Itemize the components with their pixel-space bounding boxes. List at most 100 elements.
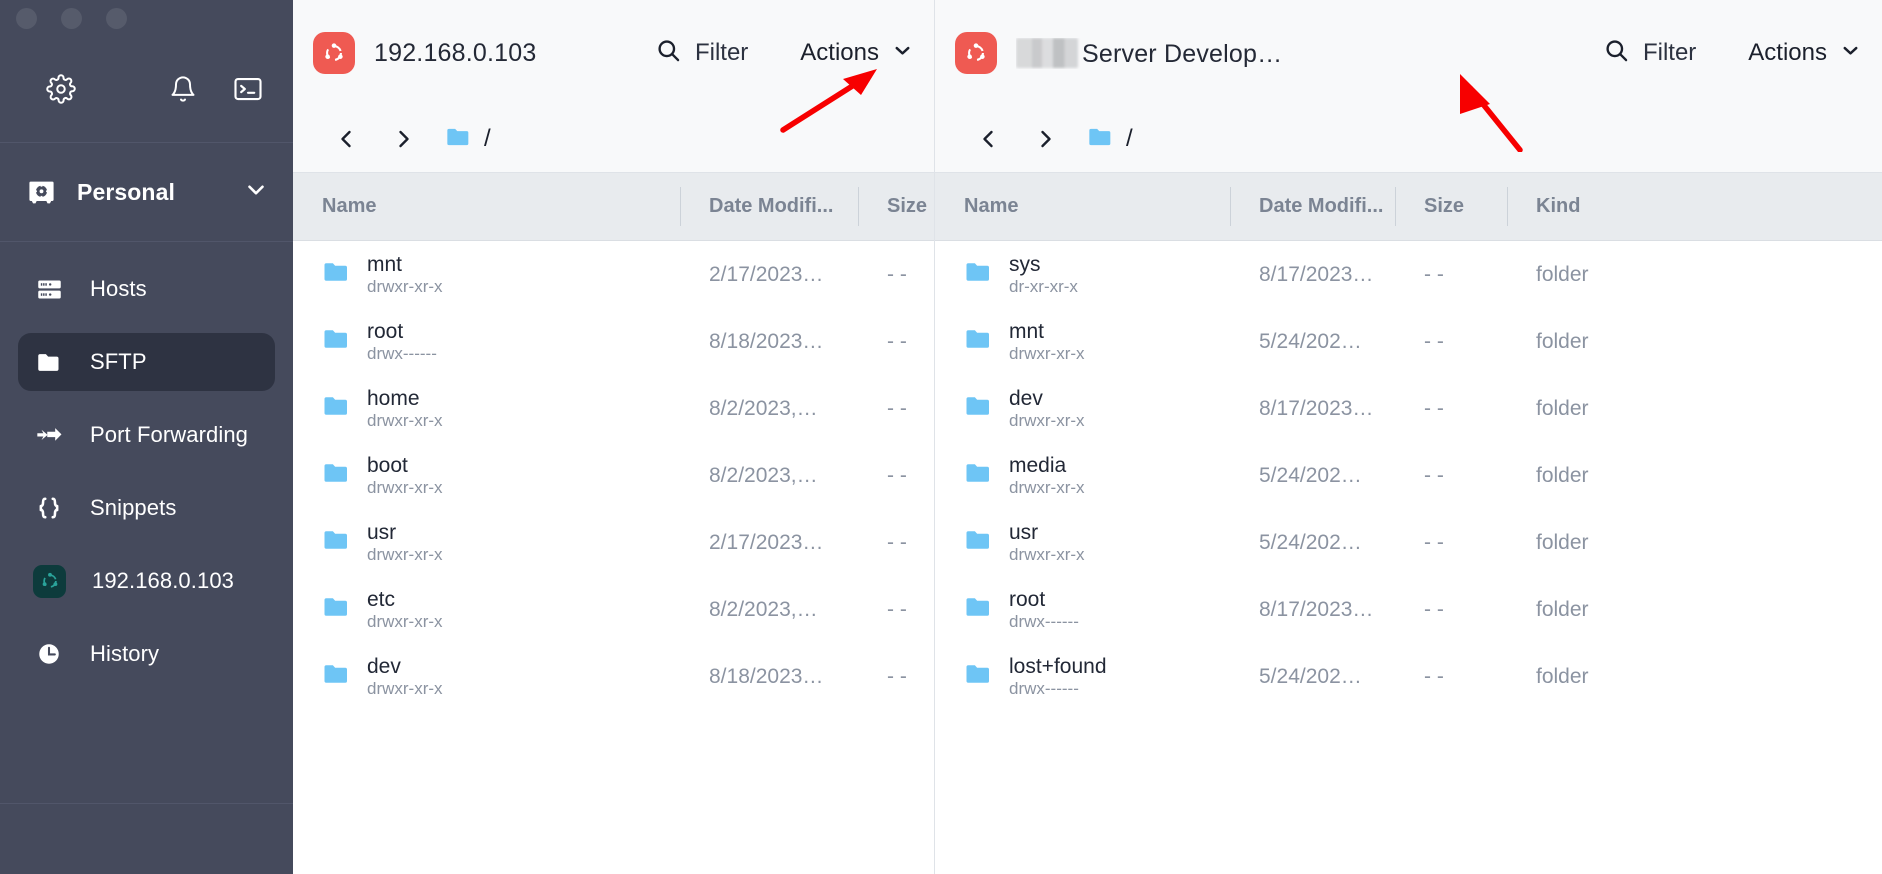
file-size: - - <box>1395 442 1507 509</box>
column-header-name[interactable]: Name <box>935 173 1230 240</box>
gear-icon[interactable] <box>46 74 76 104</box>
file-date-modified: 8/2/2023,… <box>680 375 858 442</box>
file-name: root <box>367 321 437 343</box>
file-size: - - <box>858 442 934 509</box>
file-kind: folder <box>1507 442 1627 509</box>
folder-icon <box>964 458 994 494</box>
table-row[interactable]: sysdr-xr-xr-x8/17/2023…- -folder <box>935 241 1882 308</box>
file-list-left[interactable]: mntdrwxr-xr-x2/17/2023…- -folderrootdrwx… <box>293 241 934 874</box>
file-name: home <box>367 388 443 410</box>
sidebar-item-history[interactable]: History <box>18 625 275 683</box>
breadcrumb[interactable]: / <box>445 123 491 156</box>
sidebar: Personal Hosts <box>0 0 293 874</box>
column-header-date-modified[interactable]: Date Modifi... <box>1230 173 1395 240</box>
file-name-block: bootdrwxr-xr-x <box>367 455 443 497</box>
file-name-cell[interactable]: home drwxr-xr-x <box>293 375 680 442</box>
file-permissions: drwxr-xr-x <box>367 479 443 497</box>
pane-host-name: Server Develop… <box>1016 38 1282 69</box>
column-header-size[interactable]: Size <box>1395 173 1507 240</box>
file-permissions: drwxr-xr-x <box>367 412 443 430</box>
workspace-selector[interactable]: Personal <box>0 143 293 241</box>
clock-icon <box>34 639 64 669</box>
filter-button[interactable]: Filter <box>655 37 748 69</box>
file-name-cell[interactable]: sysdr-xr-xr-x <box>935 241 1230 308</box>
file-name-cell[interactable]: rootdrwx------ <box>293 308 680 375</box>
file-name-cell[interactable]: rootdrwx------ <box>935 576 1230 643</box>
table-header-left: Name Date Modifi... Size Kind <box>293 172 934 241</box>
close-button[interactable] <box>16 8 37 29</box>
terminal-icon[interactable] <box>233 74 263 104</box>
table-row[interactable]: devdrwxr-xr-x8/18/2023…- -folder <box>293 643 934 710</box>
file-name-cell[interactable]: lost+founddrwx------ <box>935 643 1230 710</box>
folder-icon <box>322 257 352 293</box>
file-name-block: lost+founddrwx------ <box>1009 656 1107 698</box>
folder-icon <box>322 659 352 695</box>
sidebar-item-label: SFTP <box>90 349 147 375</box>
filter-label: Filter <box>695 39 748 67</box>
sidebar-item-host-192-168-0-103[interactable]: 192.168.0.103 <box>18 552 275 610</box>
breadcrumb-bar-left: / <box>293 106 934 172</box>
table-row[interactable]: bootdrwxr-xr-x8/2/2023,…- -folder <box>293 442 934 509</box>
ubuntu-icon <box>33 565 66 598</box>
folder-icon <box>322 592 352 628</box>
minimize-button[interactable] <box>61 8 82 29</box>
folder-icon <box>964 525 994 561</box>
table-row[interactable]: mntdrwxr-xr-x5/24/202…- -folder <box>935 308 1882 375</box>
file-name-cell[interactable]: bootdrwxr-xr-x <box>293 442 680 509</box>
file-permissions: drwxr-xr-x <box>1009 412 1085 430</box>
breadcrumb-label: / <box>1126 125 1133 153</box>
file-name-cell[interactable]: usrdrwxr-xr-x <box>935 509 1230 576</box>
sidebar-item-hosts[interactable]: Hosts <box>18 260 275 318</box>
table-row[interactable]: usrdrwxr-xr-x5/24/202…- -folder <box>935 509 1882 576</box>
table-row[interactable]: homedrwxr-xr-x8/2/2023,…- -folder <box>293 375 934 442</box>
column-header-name[interactable]: Name <box>293 173 680 240</box>
table-row[interactable]: rootdrwx------8/18/2023…- -folder <box>293 308 934 375</box>
actions-label: Actions <box>1748 39 1827 67</box>
file-permissions: dr-xr-xr-x <box>1009 278 1078 296</box>
file-name-cell[interactable]: mntdrwxr-xr-x <box>935 308 1230 375</box>
file-name-cell[interactable]: mntdrwxr-xr-x <box>293 241 680 308</box>
file-name-block: devdrwxr-xr-x <box>367 656 443 698</box>
sidebar-item-snippets[interactable]: Snippets <box>18 479 275 537</box>
file-size: - - <box>858 308 934 375</box>
column-header-kind[interactable]: Kind <box>1507 173 1627 240</box>
table-header-right: Name Date Modifi... Size Kind <box>935 172 1882 241</box>
file-name-cell[interactable]: devdrwxr-xr-x <box>935 375 1230 442</box>
file-name-cell[interactable]: devdrwxr-xr-x <box>293 643 680 710</box>
table-row[interactable]: usrdrwxr-xr-x2/17/2023…- -folder <box>293 509 934 576</box>
file-name-cell[interactable]: usrdrwxr-xr-x <box>293 509 680 576</box>
file-name-block: usrdrwxr-xr-x <box>367 522 443 564</box>
search-icon <box>655 37 682 69</box>
breadcrumb[interactable]: / <box>1087 123 1133 156</box>
nav-back-button[interactable] <box>961 127 1017 151</box>
actions-button-right[interactable]: Actions <box>1748 39 1862 67</box>
file-date-modified: 5/24/202… <box>1230 509 1395 576</box>
chevron-down-icon[interactable] <box>243 177 269 208</box>
pane-host-name-text: Server Develop… <box>1082 40 1282 68</box>
table-row[interactable]: lost+founddrwx------5/24/202…- -folder <box>935 643 1882 710</box>
column-header-date-modified[interactable]: Date Modifi... <box>680 173 858 240</box>
server-icon <box>34 274 64 304</box>
sidebar-item-port-forwarding[interactable]: Port Forwarding <box>18 406 275 464</box>
file-name-cell[interactable]: etcdrwxr-xr-x <box>293 576 680 643</box>
table-row[interactable]: rootdrwx------8/17/2023…- -folder <box>935 576 1882 643</box>
sidebar-item-label: Hosts <box>90 276 147 302</box>
nav-back-button[interactable] <box>319 127 375 151</box>
folder-icon <box>34 347 64 377</box>
ubuntu-icon <box>313 32 355 74</box>
filter-button[interactable]: Filter <box>1603 37 1696 69</box>
sftp-pane-left: 192.168.0.103 Filter Actions <box>293 0 934 874</box>
table-row[interactable]: etcdrwxr-xr-x8/2/2023,…- -folder <box>293 576 934 643</box>
table-row[interactable]: mediadrwxr-xr-x5/24/202…- -folder <box>935 442 1882 509</box>
table-row[interactable]: mntdrwxr-xr-x2/17/2023…- -folder <box>293 241 934 308</box>
table-row[interactable]: devdrwxr-xr-x8/17/2023…- -folder <box>935 375 1882 442</box>
nav-forward-button[interactable] <box>1017 127 1073 151</box>
actions-button-left[interactable]: Actions <box>800 39 914 67</box>
bell-icon[interactable] <box>169 75 197 103</box>
file-name-cell[interactable]: mediadrwxr-xr-x <box>935 442 1230 509</box>
file-name-block: devdrwxr-xr-x <box>1009 388 1085 430</box>
nav-forward-button[interactable] <box>375 127 431 151</box>
file-list-right[interactable]: sysdr-xr-xr-x8/17/2023…- -foldermntdrwxr… <box>935 241 1882 874</box>
sidebar-item-sftp[interactable]: SFTP <box>18 333 275 391</box>
zoom-button[interactable] <box>106 8 127 29</box>
